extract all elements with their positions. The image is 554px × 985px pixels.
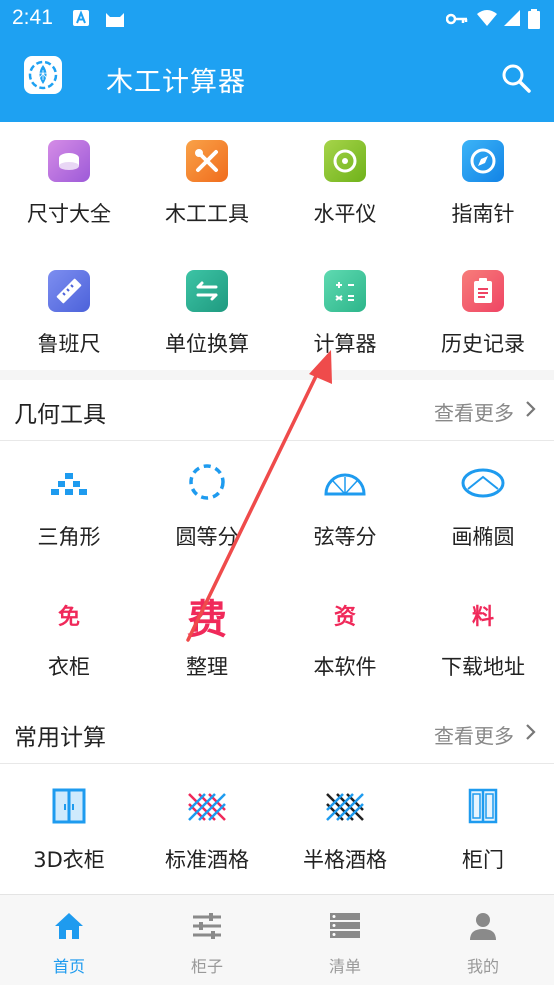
ruler-tape-icon: [48, 140, 90, 182]
common-half-wine-rack[interactable]: 半格酒格: [276, 764, 414, 894]
status-bar: 2:41: [0, 0, 554, 36]
geo-organize[interactable]: 费 整理: [138, 573, 276, 703]
tools-grid: 尺寸大全 木工工具 水平仪 指南针 鲁班尺 单位换算 计算器 历史记录: [0, 122, 554, 370]
tab-label: 我的: [466, 957, 499, 976]
triangle-icon: [51, 473, 87, 495]
logo-icon: 木: [28, 60, 58, 90]
search-icon[interactable]: [500, 62, 532, 94]
common-label: 半格酒格: [303, 848, 387, 872]
tool-label: 单位换算: [165, 332, 249, 356]
sliders-icon: [193, 913, 221, 939]
common-3d-wardrobe[interactable]: 3D衣柜: [0, 764, 138, 894]
tools-icon: [186, 140, 228, 182]
user-icon: [470, 913, 496, 940]
wifi-icon: [477, 10, 497, 26]
tool-label: 鲁班尺: [37, 332, 101, 356]
tool-label: 历史记录: [441, 332, 525, 356]
geo-label: 本软件: [313, 655, 377, 679]
list-icon: [330, 913, 360, 938]
tool-level[interactable]: 水平仪: [276, 122, 414, 242]
common-label: 3D衣柜: [33, 848, 105, 872]
geo-ellipse[interactable]: 画椭圆: [414, 441, 552, 571]
geo-chord-divide[interactable]: 弦等分: [276, 441, 414, 571]
geo-label: 圆等分: [175, 525, 239, 549]
view-more-link[interactable]: 查看更多: [434, 720, 514, 749]
tool-label: 木工工具: [165, 202, 249, 226]
geo-download[interactable]: 料 下载地址: [414, 573, 552, 703]
tab-label: 清单: [328, 957, 361, 976]
chevron-right-icon[interactable]: [524, 400, 536, 418]
common-label: 柜门: [462, 848, 504, 872]
tab-label: 柜子: [190, 957, 223, 976]
tool-luban-ruler[interactable]: 鲁班尺: [0, 252, 138, 372]
half-wine-rack-icon: [326, 793, 364, 821]
tab-list[interactable]: 清单: [276, 895, 414, 985]
tool-compass[interactable]: 指南针: [414, 122, 552, 242]
geo-label: 衣柜: [48, 655, 90, 679]
promo-glyph: 费: [187, 597, 227, 643]
tool-unit-conversion[interactable]: 单位换算: [138, 252, 276, 372]
tool-size-catalog[interactable]: 尺寸大全: [0, 122, 138, 242]
common-standard-wine-rack[interactable]: 标准酒格: [138, 764, 276, 894]
wardrobe-icon: [52, 788, 86, 824]
common-grid: 3D衣柜 标准酒格 半格酒格 柜门: [0, 764, 554, 894]
svg-text:木: 木: [38, 70, 48, 82]
common-label: 标准酒格: [165, 848, 249, 872]
chevron-right-icon[interactable]: [524, 723, 536, 741]
geo-this-software[interactable]: 资 本软件: [276, 573, 414, 703]
geo-label: 整理: [186, 655, 228, 679]
promo-glyph: 料: [471, 605, 494, 630]
calculator-icon: [324, 270, 366, 312]
vpn-key-icon: [446, 13, 468, 25]
tool-calculator[interactable]: 计算器: [276, 252, 414, 372]
bottom-tab-bar: 首页 柜子 清单 我的: [0, 894, 554, 985]
common-cabinet-door[interactable]: 柜门: [414, 764, 552, 894]
tool-label: 尺寸大全: [27, 202, 111, 226]
geometry-section-header: 几何工具 查看更多: [0, 380, 554, 440]
tab-cabinet[interactable]: 柜子: [138, 895, 276, 985]
section-title: 几何工具: [14, 402, 106, 428]
tool-label: 指南针: [451, 202, 515, 226]
tool-label: 计算器: [313, 332, 377, 356]
geometry-grid: 三角形 圆等分 弦等分 画椭圆 免 衣柜 费 整理 资 本软件 料 下载地址: [0, 441, 554, 707]
geo-label: 弦等分: [313, 525, 377, 549]
geo-circle-divide[interactable]: 圆等分: [138, 441, 276, 571]
cat-app-icon: [106, 13, 124, 27]
tool-history[interactable]: 历史记录: [414, 252, 552, 372]
section-title: 常用计算: [14, 725, 106, 751]
promo-glyph: 资: [333, 605, 356, 630]
app-bar: 木 木工计算器: [0, 36, 554, 122]
circle-divide-icon: [189, 464, 225, 500]
signal-icon: [504, 10, 520, 26]
notification-a-icon: [73, 10, 89, 26]
geo-label: 三角形: [37, 525, 101, 549]
battery-icon: [528, 9, 540, 29]
level-icon: [324, 140, 366, 182]
history-icon: [462, 270, 504, 312]
tab-mine[interactable]: 我的: [414, 895, 552, 985]
tool-label: 水平仪: [313, 202, 377, 226]
tab-home[interactable]: 首页: [0, 895, 138, 985]
app-logo: 木: [24, 56, 62, 94]
tool-carpentry-tools[interactable]: 木工工具: [138, 122, 276, 242]
geo-triangle[interactable]: 三角形: [0, 441, 138, 571]
geo-wardrobe[interactable]: 免 衣柜: [0, 573, 138, 703]
wine-rack-icon: [188, 793, 226, 821]
home-icon: [55, 913, 83, 939]
compass-icon: [462, 140, 504, 182]
cabinet-door-icon: [468, 788, 498, 824]
view-more-link[interactable]: 查看更多: [434, 397, 514, 426]
ellipse-icon: [461, 468, 505, 498]
tab-label: 首页: [52, 957, 85, 976]
common-section-header: 常用计算 查看更多: [0, 703, 554, 763]
geo-label: 下载地址: [441, 655, 525, 679]
status-time: 2:41: [12, 6, 53, 29]
convert-icon: [186, 270, 228, 312]
geo-label: 画椭圆: [451, 525, 515, 549]
app-title: 木工计算器: [106, 67, 246, 98]
promo-glyph: 免: [57, 605, 80, 630]
ruler-icon: [48, 270, 90, 312]
chord-divide-icon: [324, 473, 366, 496]
